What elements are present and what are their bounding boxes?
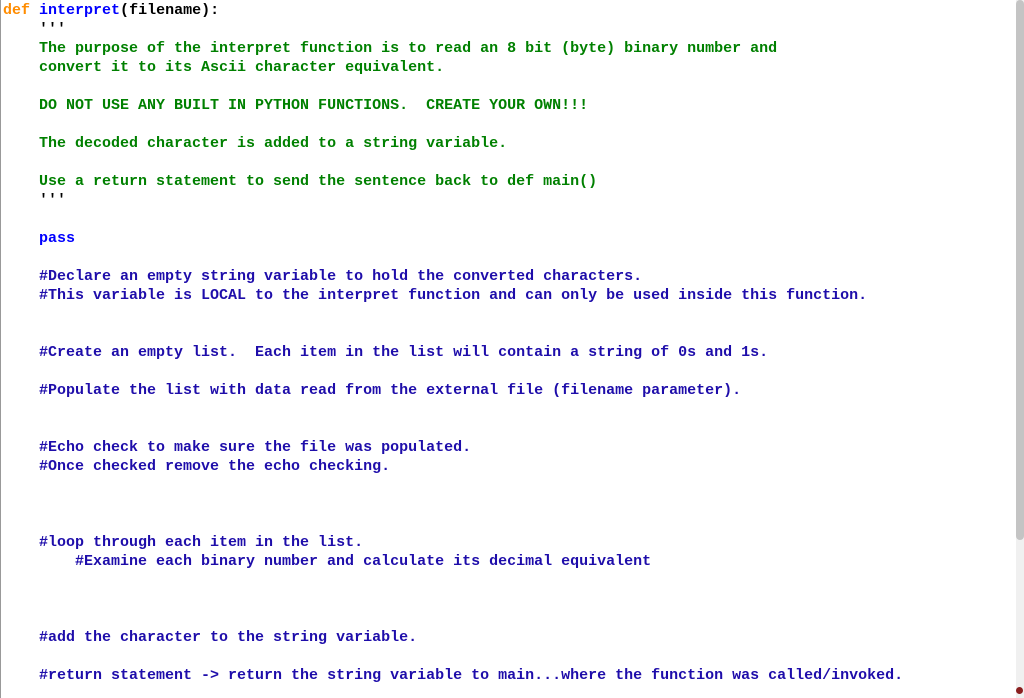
- scrollbar-thumb[interactable]: [1016, 0, 1024, 540]
- function-name: interpret: [39, 2, 120, 19]
- docstring-line: convert it to its Ascii character equiva…: [39, 59, 444, 76]
- param-filename: filename: [129, 2, 201, 19]
- comment-line: #This variable is LOCAL to the interpret…: [39, 287, 867, 304]
- docstring-line: The decoded character is added to a stri…: [39, 135, 507, 152]
- comment-line: #Examine each binary number and calculat…: [75, 553, 651, 570]
- vertical-scrollbar[interactable]: [1016, 0, 1024, 698]
- docstring-line: DO NOT USE ANY BUILT IN PYTHON FUNCTIONS…: [39, 97, 588, 114]
- comment-line: #Declare an empty string variable to hol…: [39, 268, 642, 285]
- docstring-close: ''': [39, 192, 66, 209]
- keyword-def: def: [3, 2, 30, 19]
- comment-line: #Create an empty list. Each item in the …: [39, 344, 768, 361]
- close-paren-colon: ):: [201, 2, 219, 19]
- docstring-open: ''': [39, 21, 66, 38]
- comment-line: #add the character to the string variabl…: [39, 629, 417, 646]
- comment-line: #return statement -> return the string v…: [39, 667, 903, 684]
- comment-line: #Echo check to make sure the file was po…: [39, 439, 471, 456]
- keyword-pass: pass: [39, 230, 75, 247]
- comment-line: #loop through each item in the list.: [39, 534, 363, 551]
- code-editor[interactable]: def interpret(filename): ''' The purpose…: [0, 0, 1016, 698]
- open-paren: (: [120, 2, 129, 19]
- docstring-line: The purpose of the interpret function is…: [39, 40, 777, 57]
- docstring-line: Use a return statement to send the sente…: [39, 173, 597, 190]
- scroll-indicator-icon: [1016, 687, 1023, 694]
- comment-line: #Populate the list with data read from t…: [39, 382, 741, 399]
- comment-line: #Once checked remove the echo checking.: [39, 458, 390, 475]
